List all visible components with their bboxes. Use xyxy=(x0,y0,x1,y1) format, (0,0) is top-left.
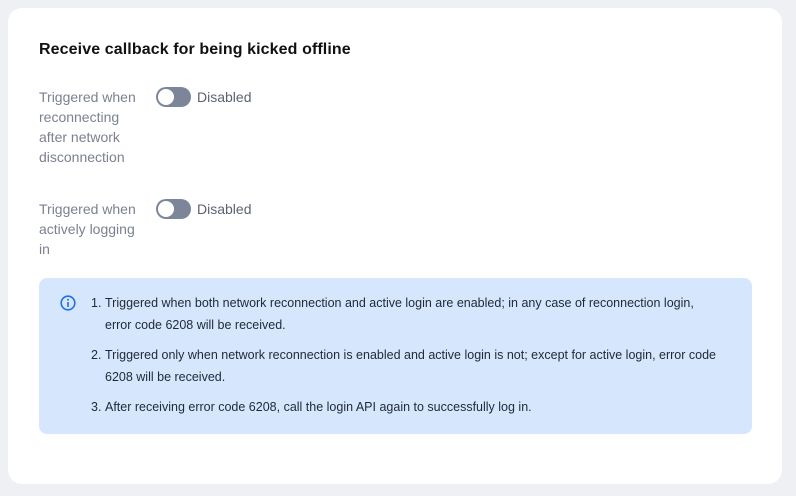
toggle-state-label: Disabled xyxy=(197,201,252,217)
reconnect-toggle-switch[interactable] xyxy=(156,87,191,107)
toggle-knob xyxy=(158,201,174,217)
toggle-knob xyxy=(158,89,174,105)
info-item-number: 1. xyxy=(91,296,102,310)
info-item-number: 2. xyxy=(91,348,102,362)
active-login-toggle-switch[interactable] xyxy=(156,199,191,219)
info-icon xyxy=(60,295,76,311)
settings-card: Receive callback for being kicked offlin… xyxy=(8,8,782,484)
toggle-state-label: Disabled xyxy=(197,89,252,105)
setting-label-reconnect: Triggered when reconnecting after networ… xyxy=(39,89,136,165)
info-item-text: Triggered only when network reconnection… xyxy=(105,348,716,384)
info-item: 3. After receiving error code 6208, call… xyxy=(91,396,721,418)
info-item: 2. Triggered only when network reconnect… xyxy=(91,344,721,388)
info-item: 1. Triggered when both network reconnect… xyxy=(91,292,721,336)
toggle-group-reconnect: Disabled xyxy=(156,87,251,107)
info-notice: 1. Triggered when both network reconnect… xyxy=(39,278,752,434)
info-list: 1. Triggered when both network reconnect… xyxy=(91,292,721,426)
section-title: Receive callback for being kicked offlin… xyxy=(39,41,351,58)
info-item-number: 3. xyxy=(91,400,102,414)
setting-label-active-login: Triggered when actively logging in xyxy=(39,201,136,257)
info-item-text: After receiving error code 6208, call th… xyxy=(105,400,532,414)
toggle-group-active-login: Disabled xyxy=(156,199,251,219)
info-item-text: Triggered when both network reconnection… xyxy=(105,296,694,332)
